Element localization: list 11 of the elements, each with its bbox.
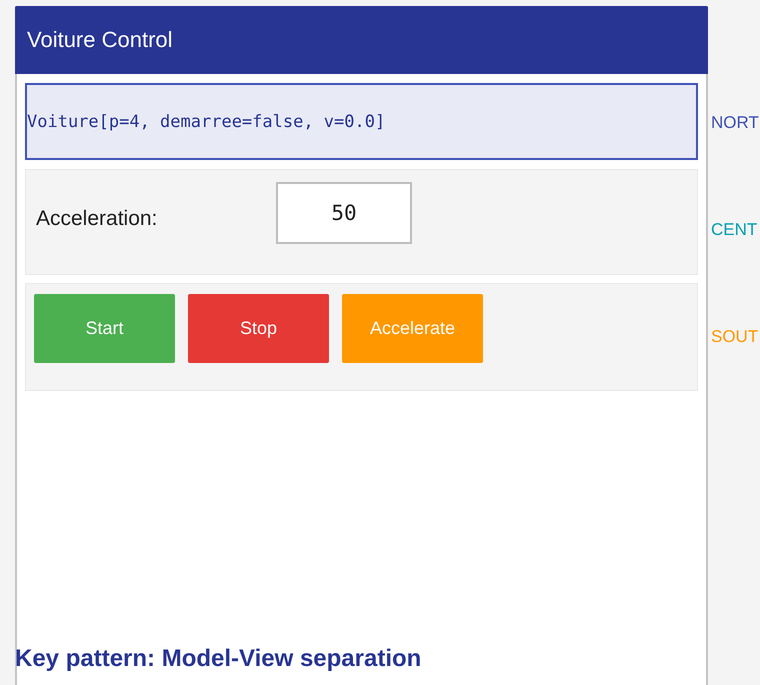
- field-label: Acceleration:: [36, 207, 158, 231]
- status-text: Voiture[p=4, demarree=false, v=0.0]: [27, 112, 386, 132]
- window-title: Voiture Control: [27, 27, 173, 53]
- input-field[interactable]: 50: [276, 182, 412, 244]
- caption: Key pattern: Model-View separation: [15, 645, 422, 673]
- region-label: CENT: [711, 220, 758, 240]
- action-button[interactable]: Stop: [188, 294, 329, 363]
- region-label: SOUT: [711, 327, 760, 347]
- action-button[interactable]: Start: [34, 294, 175, 363]
- region-label: NORT: [711, 113, 760, 133]
- action-button[interactable]: Accelerate: [342, 294, 483, 363]
